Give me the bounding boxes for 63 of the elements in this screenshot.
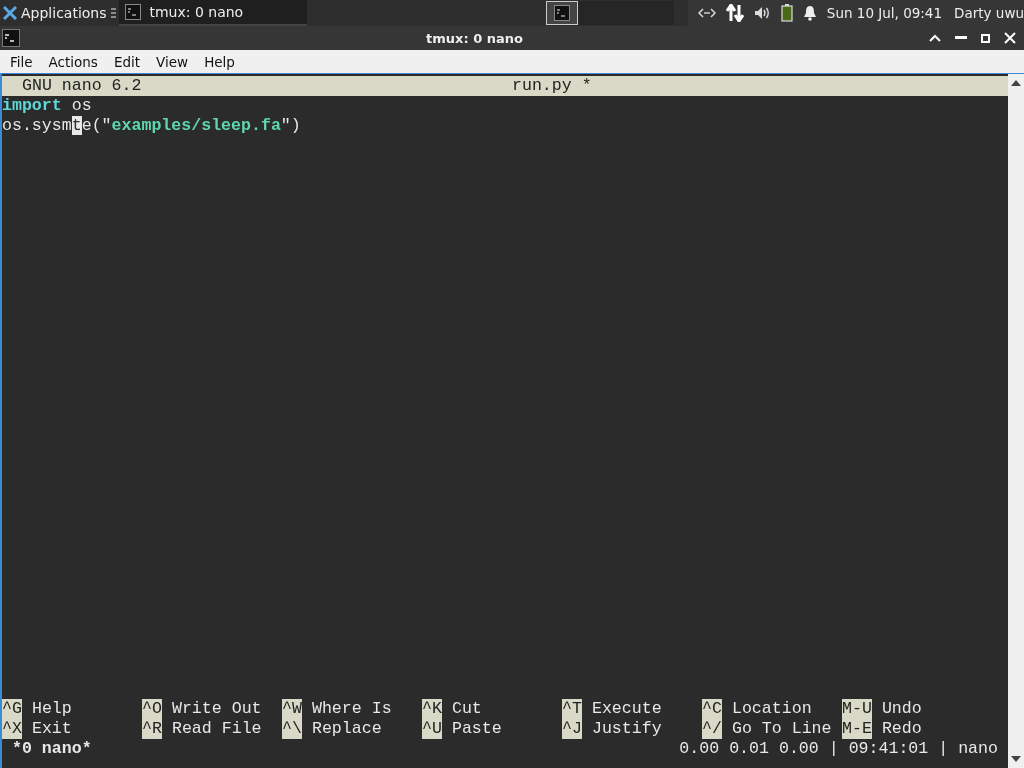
close-button[interactable] [1004,32,1016,44]
shortcut-label: Cut [451,699,482,719]
shortcut-key: M-E [842,719,872,739]
shortcut-label: Read File [171,719,262,739]
network-icon [697,7,716,19]
workspace-button[interactable] [546,1,579,25]
scrollbar[interactable] [1008,74,1024,768]
shortcut-label: Execute [591,699,662,719]
volume-icon [753,6,771,20]
shortcut-label: Justify [591,719,662,739]
shortcut-key: ^R [142,719,162,739]
menu-item[interactable]: File [2,53,41,70]
shortcut-key: ^X [2,719,22,739]
shortcut-label: Location [731,699,812,719]
shortcut-key: ^\ [282,719,302,739]
shortcut-label: Write Out [171,699,262,719]
shortcut-key: ^U [422,719,442,739]
panel-handle-icon [110,7,117,19]
editor-version: GNU nano 6.2 [21,76,143,96]
bell-icon [802,5,817,21]
window-title: tmux: 0 nano [425,30,524,46]
shortcut-key: ^/ [702,719,722,739]
shortcut-key: ^T [562,699,582,719]
menu-item[interactable]: Actions [40,53,106,70]
code-line: import os [2,96,93,116]
task-button[interactable]: tmux: 0 nano [119,0,308,26]
tmux-status-info: 0.00 0.01 0.00 | 09:41:01 | nano [679,739,999,759]
maximize-button[interactable] [981,33,990,43]
user-name[interactable]: Darty uwu [954,5,1024,21]
shortcut-label: Paste [451,719,502,739]
menu-item[interactable]: View [148,53,197,70]
shortcut-key: ^G [2,699,22,719]
battery-icon [780,4,793,22]
scroll-down-icon[interactable] [1011,756,1021,762]
shortcut-label: Redo [881,719,922,739]
terminal-icon [125,4,142,20]
clock[interactable]: Sun 10 Jul, 09:41 [826,5,943,21]
tmux-window-label: *0 nano* [11,739,93,759]
shortcut-key: ^O [142,699,162,719]
shortcut-label: Replace [311,719,382,739]
shortcut-key: ^C [702,699,722,719]
text-cursor: t [71,116,82,135]
applications-menu[interactable]: Applications [0,5,110,21]
shortcut-label: Undo [881,699,922,719]
code-line: os.sysmte("examples/sleep.fa") [2,116,302,136]
shortcut-label: Where Is [311,699,392,719]
file-name: run.py * [512,76,592,96]
menu-item[interactable]: Edit [105,53,149,70]
x-logo-icon [3,6,17,20]
shade-button[interactable] [929,34,941,42]
shortcut-label: Exit [31,719,72,739]
shortcut-key: ^J [562,719,582,739]
minimize-button[interactable] [955,36,967,40]
shortcut-key: M-U [842,699,872,719]
terminal-icon [2,29,20,47]
shortcut-key: ^K [422,699,442,719]
shortcut-label: Go To Line [731,719,832,739]
shortcut-label: Help [31,699,72,719]
terminal-icon [554,5,571,21]
shortcut-key: ^W [282,699,302,719]
transfer-arrows-icon [725,4,744,22]
scroll-up-icon[interactable] [1011,80,1021,86]
menu-item[interactable]: Help [196,53,243,70]
